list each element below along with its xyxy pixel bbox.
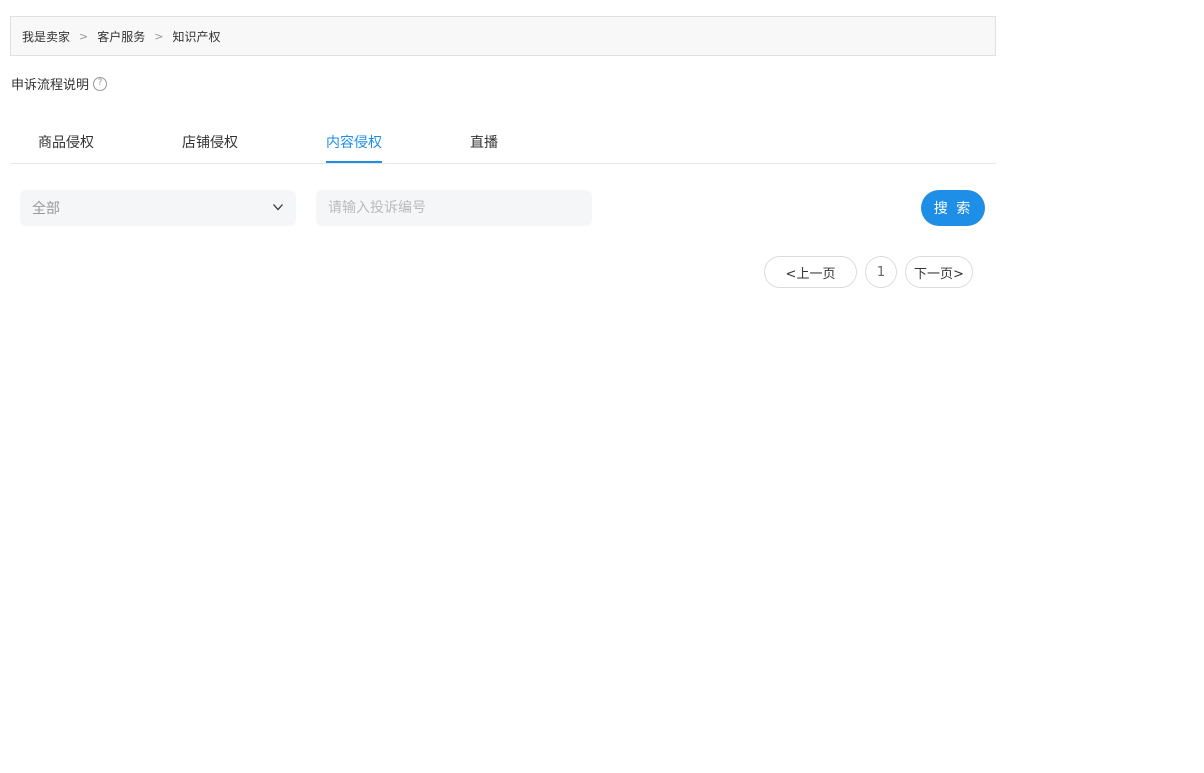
breadcrumb-separator: >: [79, 29, 89, 43]
complaint-number-input[interactable]: [316, 190, 592, 226]
question-circle-icon[interactable]: ?: [93, 76, 108, 91]
prev-page-button[interactable]: <上一页: [764, 256, 857, 288]
tab-product-infringement[interactable]: 商品侵权: [38, 132, 94, 163]
tab-live-stream[interactable]: 直播: [470, 132, 498, 163]
tab-content-infringement[interactable]: 内容侵权: [326, 132, 382, 163]
search-button[interactable]: 搜 索: [921, 190, 985, 226]
status-filter-value: 全部: [32, 201, 60, 217]
tab-bar: 商品侵权 店铺侵权 内容侵权 直播: [10, 120, 996, 164]
appeal-process-help[interactable]: 申诉流程说明 ?: [11, 74, 108, 93]
breadcrumb-item-seller[interactable]: 我是卖家: [22, 28, 70, 45]
breadcrumb-item-ip: 知识产权: [172, 29, 221, 44]
status-filter-select[interactable]: 全部: [20, 190, 296, 226]
appeal-process-label: 申诉流程说明: [11, 78, 90, 93]
breadcrumb-separator: >: [154, 29, 164, 43]
next-page-button[interactable]: 下一页>: [905, 256, 973, 288]
tab-store-infringement[interactable]: 店铺侵权: [182, 132, 238, 163]
page-number-button[interactable]: 1: [865, 256, 897, 288]
chevron-down-icon: [273, 204, 283, 211]
breadcrumb: 我是卖家 > 客户服务 > 知识产权: [10, 16, 996, 56]
breadcrumb-item-customer-service[interactable]: 客户服务: [97, 28, 145, 45]
